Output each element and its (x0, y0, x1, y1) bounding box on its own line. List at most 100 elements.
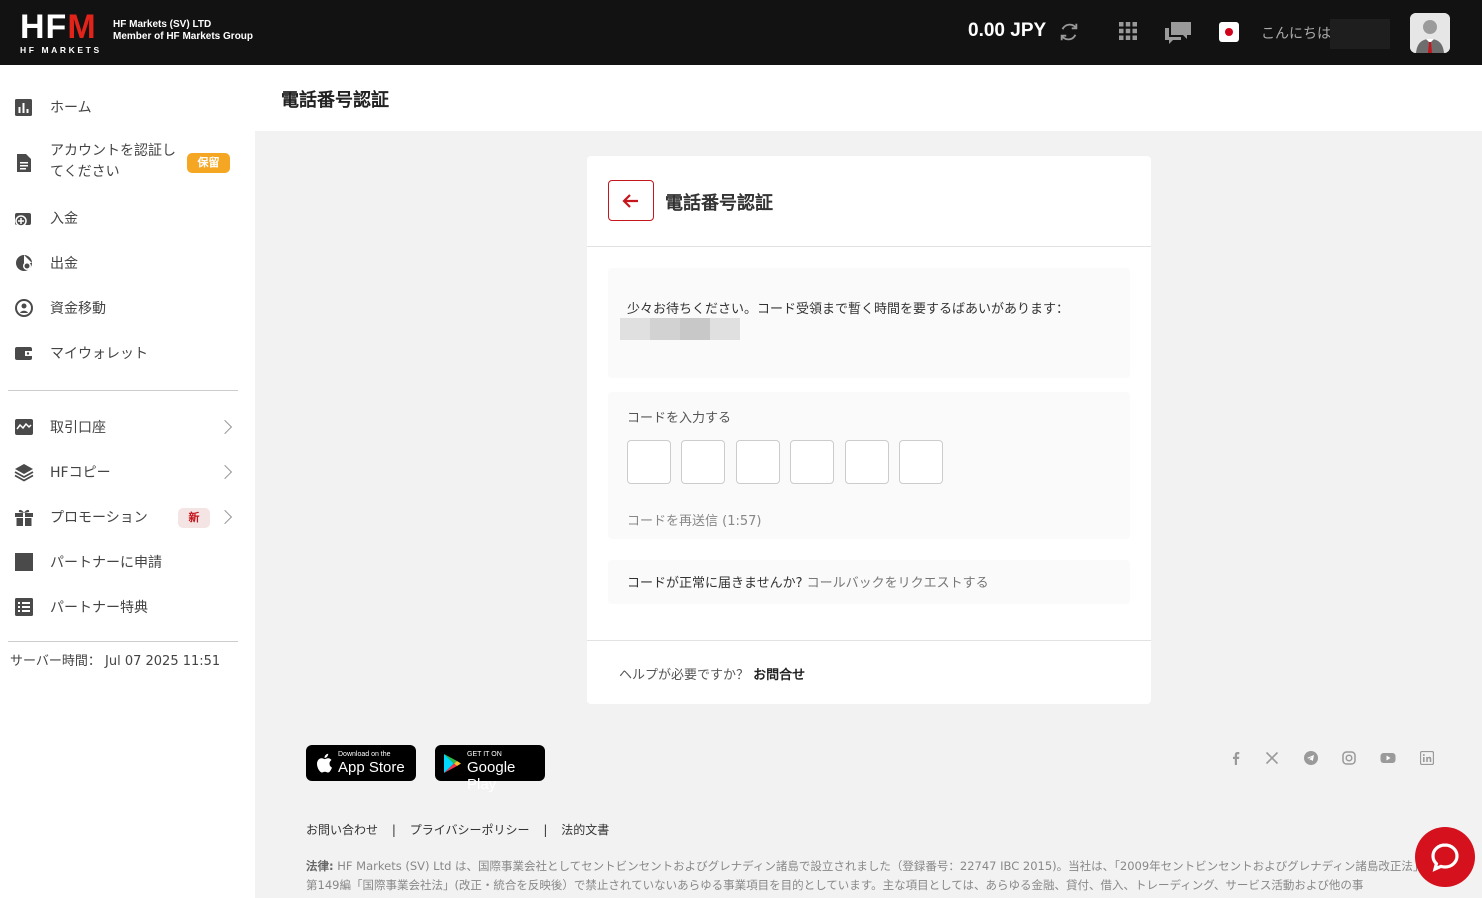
code-digit-3[interactable] (736, 440, 780, 484)
wallet-icon (15, 347, 32, 360)
page-header: 電話番号認証 (255, 65, 1482, 131)
company-info: HF Markets (SV) LTD Member of HF Markets… (113, 19, 253, 43)
sidebar-divider (8, 641, 238, 642)
chat-bubble-icon (1431, 843, 1459, 872)
user-name-masked (1330, 19, 1390, 49)
card-title: 電話番号認証 (665, 193, 773, 214)
youtube-icon[interactable] (1380, 751, 1396, 765)
app-store-button[interactable]: Download on the App Store (306, 745, 416, 781)
footer-link-privacy[interactable]: プライバシーポリシー (410, 823, 530, 837)
x-icon[interactable] (1265, 751, 1279, 765)
instagram-icon[interactable] (1342, 751, 1356, 765)
linkedin-icon[interactable] (1420, 751, 1434, 765)
sidebar-item-hf-copy[interactable]: HFコピー (0, 451, 255, 491)
sidebar-item-label: パートナーに申請 (50, 555, 162, 571)
no-code-text: コードが正常に届きませんか? (627, 576, 803, 591)
app-store-label: App Store (338, 759, 405, 776)
chevron-right-icon (217, 509, 233, 525)
sidebar: ホーム アカウントを認証し てください 保留 入金 出金 資金移動 マイウォレッ… (0, 65, 255, 898)
google-play-button[interactable]: GET IT ON Google Play (435, 745, 545, 793)
phone-verification-card: 電話番号認証 少々お待ちください。コード受領まで暫く時間を要するばあいがあります… (587, 156, 1151, 704)
bar-chart-icon (15, 99, 32, 116)
contact-us-link[interactable]: お問合せ (753, 668, 805, 683)
footer-link-contact[interactable]: お問い合わせ (306, 823, 378, 837)
deposit-icon (15, 213, 31, 227)
wait-message: 少々お待ちください。コード受領まで暫く時間を要するばあいがあります： (627, 302, 1070, 317)
messages-icon[interactable] (1163, 20, 1193, 44)
document-icon (17, 154, 31, 172)
trading-chart-icon (15, 419, 33, 435)
server-time: サーバー時間： Jul 07 2025 11:51 (10, 650, 220, 669)
logo-subtitle: HF MARKETS (20, 45, 102, 55)
legal-body: HF Markets (SV) Ltd は、国際事業会社としてセントビンセントお… (306, 859, 1425, 892)
code-digit-4[interactable] (790, 440, 834, 484)
server-time-value: Jul 07 2025 11:51 (105, 654, 221, 669)
balance-display: 0.00 JPY (968, 20, 1047, 41)
new-badge: 新 (178, 508, 210, 528)
sidebar-item-label: ホーム (50, 100, 92, 116)
chevron-right-icon (217, 464, 233, 480)
apps-grid-icon[interactable] (1118, 21, 1138, 41)
footer-separator: | (391, 823, 396, 837)
code-digit-5[interactable] (845, 440, 889, 484)
sidebar-item-deposit[interactable]: 入金 (0, 197, 255, 237)
greeting-text: こんにちは (1261, 26, 1331, 42)
page-title: 電話番号認証 (281, 90, 389, 111)
sidebar-item-partner-benefits[interactable]: パートナー特典 (0, 586, 255, 626)
card-divider (587, 246, 1151, 247)
chevron-right-icon (217, 419, 233, 435)
code-entry-box: コードを入力する コードを再送信 (1:57) (608, 392, 1130, 539)
japan-flag-icon[interactable] (1219, 22, 1239, 42)
logo-mark-accent: M (67, 8, 97, 46)
request-callback-link[interactable]: コールバックをリクエストする (807, 576, 989, 591)
facebook-icon[interactable] (1229, 751, 1243, 765)
sidebar-item-home[interactable]: ホーム (0, 86, 255, 126)
resend-code-link[interactable]: コードを再送信 (1:57) (627, 510, 761, 529)
no-code-box: コードが正常に届きませんか? コールバックをリクエストする (608, 560, 1130, 604)
sidebar-item-withdraw[interactable]: 出金 (0, 242, 255, 282)
layers-icon (14, 464, 34, 482)
help-text: ヘルプが必要ですか？ (619, 668, 750, 683)
status-badge-pending: 保留 (187, 153, 230, 173)
server-time-label: サーバー時間： (10, 654, 101, 669)
sidebar-item-label: 入金 (50, 211, 78, 227)
company-line2: Member of HF Markets Group (113, 31, 254, 42)
legal-label: 法律: (306, 859, 334, 873)
gift-icon (15, 509, 33, 526)
transfer-icon (15, 299, 33, 317)
top-bar: HFM HF MARKETS HF Markets (SV) LTD Membe… (0, 0, 1482, 65)
hfm-logo[interactable]: HFM HF MARKETS (20, 8, 106, 55)
sidebar-item-promotions[interactable]: プロモーション (0, 496, 255, 536)
back-button[interactable] (608, 180, 654, 221)
square-icon (15, 553, 33, 571)
code-digit-1[interactable] (627, 440, 671, 484)
google-play-small-text: GET IT ON (467, 751, 502, 758)
sidebar-item-label: 出金 (50, 256, 78, 272)
code-digit-6[interactable] (899, 440, 943, 484)
avatar[interactable] (1410, 13, 1450, 53)
help-message: ヘルプが必要ですか？ お問合せ (619, 664, 805, 683)
no-code-message: コードが正常に届きませんか? コールバックをリクエストする (627, 572, 989, 591)
sidebar-item-label: マイウォレット (50, 346, 148, 362)
user-avatar-icon (1410, 13, 1450, 53)
code-digit-2[interactable] (681, 440, 725, 484)
sidebar-item-transfer[interactable]: 資金移動 (0, 287, 255, 327)
sidebar-item-apply-partner[interactable]: パートナーに申請 (0, 541, 255, 581)
footer-separator: | (543, 823, 548, 837)
refresh-icon[interactable] (1058, 21, 1080, 43)
apple-icon (317, 753, 332, 773)
sidebar-item-trading-accounts[interactable]: 取引口座 (0, 406, 255, 446)
list-icon (15, 598, 33, 616)
sidebar-item-my-wallet[interactable]: マイウォレット (0, 332, 255, 372)
sidebar-item-label: 資金移動 (50, 301, 106, 317)
telegram-icon[interactable] (1304, 751, 1318, 765)
wait-message-box: 少々お待ちください。コード受領まで暫く時間を要するばあいがあります： (608, 268, 1130, 378)
sidebar-item-label: アカウントを認証し てください (50, 141, 176, 183)
sidebar-item-label: HFコピー (50, 465, 111, 481)
legal-text: 法律: HF Markets (SV) Ltd は、国際事業会社としてセントビン… (306, 857, 1431, 898)
live-chat-button[interactable] (1415, 827, 1475, 887)
footer-link-legal-documents[interactable]: 法的文書 (561, 823, 609, 837)
sidebar-item-label: プロモーション (50, 510, 148, 526)
code-input-label: コードを入力する (627, 411, 732, 426)
label-line1: アカウントを認証し (50, 143, 176, 159)
